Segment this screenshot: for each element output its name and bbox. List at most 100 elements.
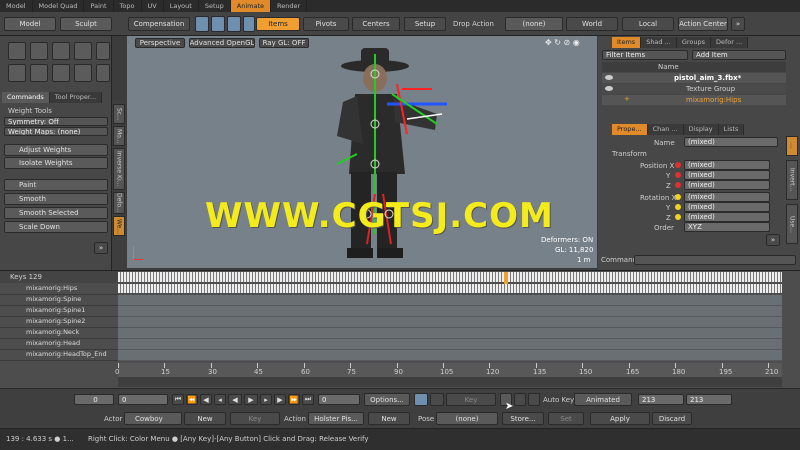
menu-tab-animate[interactable]: Animate — [230, 0, 272, 12]
model-button[interactable]: Model — [4, 17, 56, 31]
action-center-select[interactable]: Action Center — [678, 17, 728, 31]
weight-maps-select[interactable]: Weight Maps: (none) — [4, 127, 108, 136]
go-end-icon[interactable]: ⏭ — [302, 394, 314, 405]
local-button[interactable]: Local — [622, 17, 674, 31]
next-step-icon[interactable]: ▸ — [260, 394, 272, 405]
key-dot-icon[interactable] — [675, 204, 681, 210]
discard-button[interactable]: Discard — [652, 412, 692, 425]
tab-commands[interactable]: Commands — [2, 92, 50, 103]
key-dot-icon[interactable] — [675, 214, 681, 220]
action-select[interactable]: Holster Pis... — [308, 412, 364, 425]
vtab-we[interactable]: We... — [113, 216, 125, 236]
position-z-field[interactable]: (mixed) — [684, 180, 770, 190]
track-row[interactable]: mixamorig:HeadTop_End — [0, 350, 118, 361]
rotation-y-field[interactable]: (mixed) — [684, 202, 770, 212]
track-row[interactable]: mixamorig:Neck — [0, 328, 118, 339]
track-lane[interactable] — [118, 306, 782, 317]
audio-icon[interactable] — [414, 393, 428, 406]
new-action-button[interactable]: New — [368, 412, 410, 425]
tab-groups[interactable]: Groups — [676, 37, 711, 48]
options-button[interactable]: Options... — [364, 393, 410, 406]
track-lane[interactable] — [118, 295, 782, 306]
adjust-weights-button[interactable]: Adjust Weights — [4, 144, 108, 156]
order-select[interactable]: XYZ — [684, 222, 770, 232]
side-tab-invert[interactable]: Invert... — [786, 160, 798, 200]
track-lane[interactable] — [118, 339, 782, 350]
smooth-selected-button[interactable]: Smooth Selected — [4, 207, 108, 219]
skeleton-icon[interactable] — [74, 64, 92, 82]
tree-row-hips[interactable]: + mixamorig:Hips — [602, 95, 786, 105]
visibility-eye-icon[interactable] — [605, 75, 613, 80]
command-input[interactable] — [634, 255, 796, 265]
current-frame-field[interactable]: 0 — [118, 394, 168, 405]
menu-tab-uv[interactable]: UV — [142, 0, 164, 12]
track-keys-hips[interactable] — [118, 284, 782, 293]
tab-tool-properties[interactable]: Tool Proper... — [49, 92, 103, 103]
store-button[interactable]: Store... — [502, 412, 544, 425]
key-selected-icon[interactable] — [514, 393, 526, 406]
go-start-icon[interactable]: ⏮ — [172, 394, 184, 405]
actor-key-button[interactable]: Key — [230, 412, 280, 425]
next-frame-icon[interactable]: ▶ — [274, 394, 286, 405]
track-row[interactable]: mixamorig:Hips — [0, 284, 118, 295]
key-filter-icon[interactable] — [430, 393, 444, 406]
sculpt-button[interactable]: Sculpt — [60, 17, 112, 31]
name-field[interactable]: (mixed) — [684, 137, 778, 147]
step-field[interactable]: 0 — [318, 394, 360, 405]
more-icon[interactable]: » — [766, 234, 780, 246]
transform-tool-icon[interactable] — [8, 42, 26, 60]
vtab-sc[interactable]: Sc... — [113, 104, 125, 124]
track-lane[interactable] — [118, 317, 782, 328]
key-dot-icon[interactable] — [675, 182, 681, 188]
track-row[interactable]: mixamorig:Spine2 — [0, 317, 118, 328]
vtab-inverse-ki[interactable]: Inverse Ki... — [113, 148, 125, 190]
tab-shading[interactable]: Shad ... — [641, 37, 677, 48]
advanced-opengl-button[interactable]: Advanced OpenGL — [189, 38, 255, 48]
track-row[interactable]: mixamorig:Spine1 — [0, 306, 118, 317]
pose-select[interactable]: (none) — [436, 412, 498, 425]
rotation-z-field[interactable]: (mixed) — [684, 212, 770, 222]
new-actor-button[interactable]: New — [184, 412, 226, 425]
auto-key-select[interactable]: Animated — [574, 393, 632, 406]
viewport-nav-icons[interactable]: ✥ ↻ ⊘ ◉ — [545, 38, 580, 47]
menu-tab-render[interactable]: Render — [271, 0, 308, 12]
joint-icon[interactable] — [30, 64, 48, 82]
tab-items[interactable]: Items — [612, 37, 642, 48]
prev-step-icon[interactable]: ◂ — [214, 394, 226, 405]
scale-down-button[interactable]: Scale Down — [4, 221, 108, 233]
menu-tab-layout[interactable]: Layout — [164, 0, 199, 12]
smooth-button[interactable]: Smooth — [4, 193, 108, 205]
filter-items-select[interactable]: Filter Items — [602, 50, 688, 60]
side-tab-use[interactable]: Use... — [786, 204, 798, 244]
key-dot-icon[interactable] — [675, 172, 681, 178]
select-vertex-icon[interactable] — [195, 16, 209, 32]
bind-icon[interactable] — [96, 64, 110, 82]
vtab-mo[interactable]: Mo... — [113, 126, 125, 146]
menu-tab-setup[interactable]: Setup — [199, 0, 231, 12]
spotlight-icon[interactable] — [52, 42, 70, 60]
more-icon[interactable]: » — [94, 242, 108, 254]
play-reverse-icon[interactable]: ◀ — [228, 394, 242, 405]
tab-channels[interactable]: Chan ... — [647, 124, 684, 135]
prev-frame-icon[interactable]: ◀ — [200, 394, 212, 405]
key-dot-icon[interactable] — [675, 194, 681, 200]
position-y-field[interactable]: (mixed) — [684, 170, 770, 180]
setup-button[interactable]: Setup — [404, 17, 446, 31]
world-button[interactable]: World — [566, 17, 618, 31]
select-edge-icon[interactable] — [211, 16, 225, 32]
keyframe-strip[interactable] — [118, 272, 782, 282]
side-tab-1[interactable]: ... — [786, 136, 798, 156]
locator-icon[interactable] — [8, 64, 26, 82]
actor-select[interactable]: Cowboy — [124, 412, 182, 425]
compensation-button[interactable]: Compensation — [128, 17, 190, 31]
tab-lists[interactable]: Lists — [718, 124, 745, 135]
select-polygon-icon[interactable] — [227, 16, 241, 32]
target-icon[interactable] — [96, 42, 110, 60]
symmetry-select[interactable]: Symmetry: Off — [4, 117, 108, 126]
start-frame-field[interactable]: 0 — [74, 394, 114, 405]
position-x-field[interactable]: (mixed) — [684, 160, 770, 170]
paint-button[interactable]: Paint — [4, 179, 108, 191]
timeline-ruler[interactable]: 0 15 30 45 60 75 90 105 120 135 150 165 180 195 210 — [115, 363, 782, 377]
menu-tab-topo[interactable]: Topo — [114, 0, 142, 12]
play-icon[interactable]: ▶ — [244, 394, 258, 405]
